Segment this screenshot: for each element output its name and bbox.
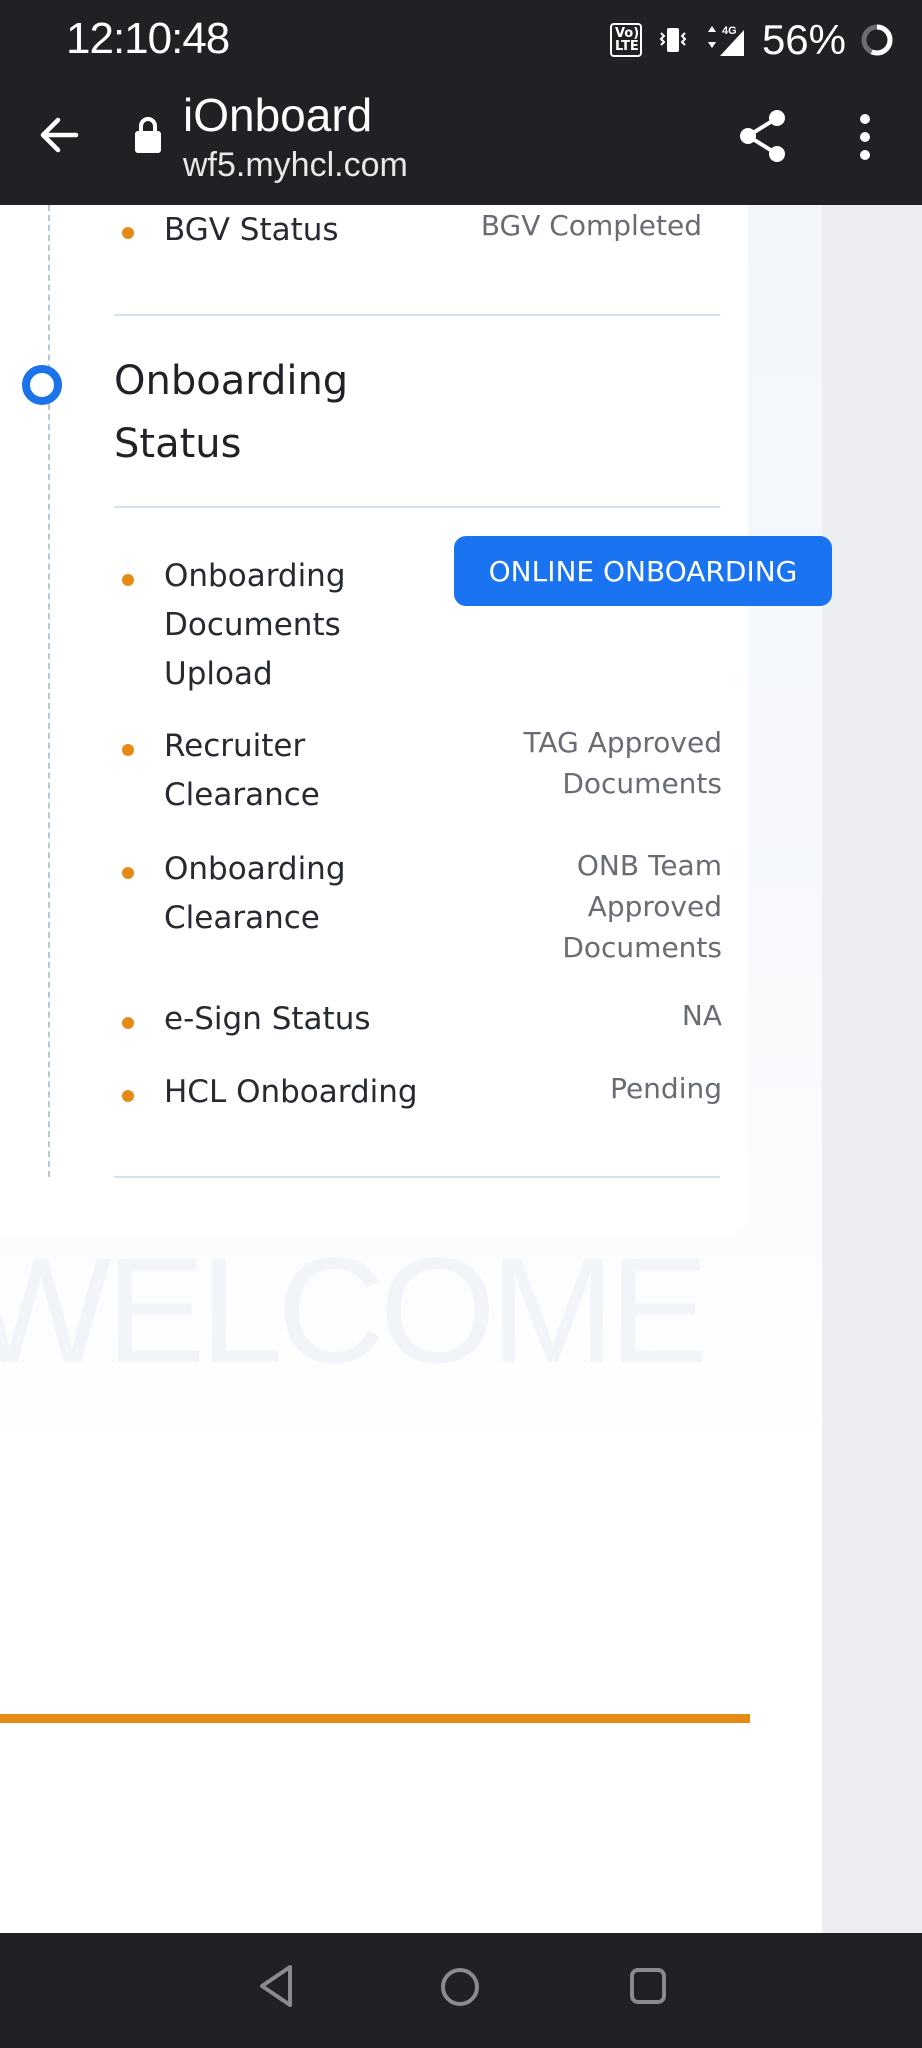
recruiter-clearance-row: Recruiter Clearance TAG Approved Documen… <box>114 722 722 822</box>
nav-back-icon[interactable] <box>256 1963 296 2009</box>
signal-icon: 4G <box>707 25 744 56</box>
bullet-dot <box>122 867 134 879</box>
label-line: Clearance <box>164 777 320 813</box>
section-title: Onboarding Status <box>114 350 348 476</box>
label-line: Upload <box>164 656 273 692</box>
welcome-background-text: WELCOME <box>0 1226 709 1394</box>
bgv-status-label: BGV Status <box>164 212 339 248</box>
value-line: TAG Approved <box>523 726 723 759</box>
top-bar: 12:10:48 Vo) LTE 4G 56% iOnboard wf5.myh… <box>0 0 922 205</box>
esign-status-row: e-Sign Status NA <box>114 995 722 1045</box>
onboarding-clearance-label: Onboarding Clearance <box>164 845 346 943</box>
divider <box>114 506 720 508</box>
site-title[interactable]: iOnboard <box>183 88 372 142</box>
share-icon[interactable] <box>737 108 789 164</box>
value-line: Documents <box>562 931 722 964</box>
right-gutter <box>822 205 922 1933</box>
battery-percent: 56% <box>761 16 846 63</box>
nav-home-icon[interactable] <box>439 1966 481 2008</box>
recruiter-clearance-label: Recruiter Clearance <box>164 722 320 820</box>
section-title-line1: Onboarding <box>114 358 349 404</box>
onboarding-clearance-row: Onboarding Clearance ONB Team Approved D… <box>114 845 722 975</box>
orange-accent-bar <box>0 1714 750 1723</box>
label-line: Onboarding <box>164 558 346 594</box>
network-type: 4G <box>722 25 737 37</box>
value-line: ONB Team <box>576 849 722 882</box>
hcl-onboarding-row: HCL Onboarding Pending <box>114 1068 722 1118</box>
bullet-dot <box>122 744 134 756</box>
bullet-dot <box>122 1017 134 1029</box>
volte-icon: Vo) LTE <box>609 23 642 57</box>
more-vert-icon[interactable] <box>850 112 880 162</box>
onboarding-clearance-value: ONB Team Approved Documents <box>562 845 722 968</box>
value-line: Approved <box>587 890 722 923</box>
esign-status-label: e-Sign Status <box>164 1001 371 1037</box>
nav-recents-icon[interactable] <box>628 1966 668 2006</box>
bullet-dot <box>122 227 134 239</box>
divider <box>114 314 720 316</box>
divider <box>114 1176 720 1178</box>
status-time: 12:10:48 <box>66 14 230 63</box>
online-onboarding-button[interactable]: ONLINE ONBOARDING <box>454 536 832 606</box>
label-line: Clearance <box>164 900 320 936</box>
lock-icon[interactable] <box>134 116 162 154</box>
vibrate-icon <box>659 28 687 52</box>
site-url[interactable]: wf5.myhcl.com <box>183 146 408 185</box>
onboarding-documents-label: Onboarding Documents Upload <box>164 552 346 699</box>
volte-bottom-text: LTE <box>614 39 639 54</box>
back-arrow-icon[interactable] <box>34 110 84 160</box>
bullet-dot <box>122 574 134 586</box>
status-icons: Vo) LTE 4G 56% <box>609 16 894 64</box>
page-content: WELCOME BGV Status BGV Completed Onboard… <box>0 205 922 1933</box>
timeline-line <box>48 205 50 1177</box>
bgv-status-row: BGV Status BGV Completed <box>114 205 722 255</box>
recruiter-clearance-value: TAG Approved Documents <box>524 722 723 804</box>
section-title-line2: Status <box>114 421 242 467</box>
bgv-status-value: BGV Completed <box>480 209 702 242</box>
label-line: Documents <box>164 607 341 643</box>
esign-status-value: NA <box>681 999 722 1032</box>
bullet-dot <box>122 1090 134 1102</box>
system-nav-bar <box>0 1933 922 2048</box>
label-line: Recruiter <box>164 728 306 764</box>
battery-ring-icon <box>861 24 893 56</box>
hcl-onboarding-value: Pending <box>610 1072 722 1105</box>
hcl-onboarding-label: HCL Onboarding <box>164 1074 418 1110</box>
timeline-node-onboarding <box>22 365 62 405</box>
label-line: Onboarding <box>164 851 346 887</box>
value-line: Documents <box>562 767 722 800</box>
